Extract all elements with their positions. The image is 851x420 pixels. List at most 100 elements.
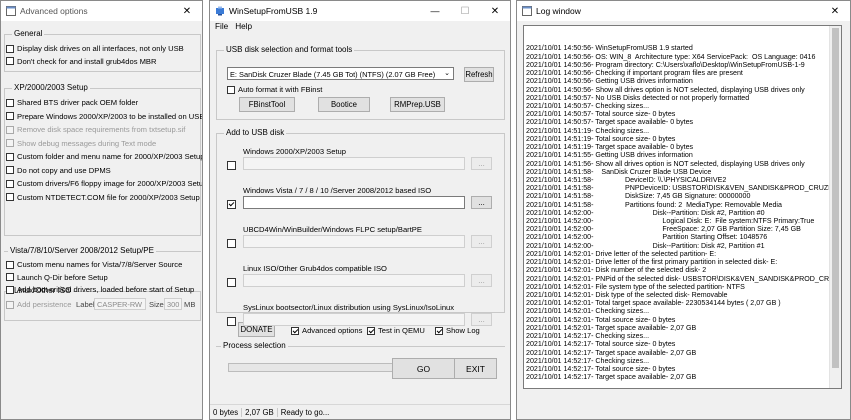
menu-help[interactable]: Help [233,21,256,34]
source-checkbox-3[interactable] [227,278,236,287]
rmprep-usb-button[interactable]: RMPrep.USB [390,97,445,112]
log-line: 2021/10/01 14:51:19- Target space availa… [526,143,694,152]
close-icon[interactable]: ✕ [820,1,850,21]
vista-option-2[interactable]: Add boot-critical drivers, loaded before… [6,285,194,294]
xp-option-2-label: Remove disk space requirements from txts… [17,125,186,134]
app-logo-icon [215,6,225,16]
maximize-icon[interactable]: ☐ [450,1,480,21]
log-line: 2021/10/01 14:52:01- Disk type of the se… [526,291,728,299]
source-checkbox-0[interactable] [227,161,236,170]
log-line: 2021/10/01 14:52:17- Total source size- … [526,364,676,373]
source-path-input-2[interactable] [243,235,465,248]
log-line: 2021/10/01 14:50:56- Getting USB drives … [526,77,693,86]
log-line: 2021/10/01 14:51:55- Getting USB drives … [526,151,693,160]
advanced-options-label: Advanced options [302,326,363,335]
log-line: 2021/10/01 14:51:19- Checking sizes... [526,126,650,135]
minimize-icon[interactable]: — [420,1,450,21]
test-in-qemu-checkbox[interactable]: Test in QEMU [367,326,425,335]
bootice-button[interactable]: Bootice [318,97,370,112]
log-line: 2021/10/01 14:51:58- SanDisk Cruzer Blad… [526,167,712,176]
general-option-1-label: Don't check for and install grub4dos MBR [17,56,157,66]
vista-option-1-label: Launch Q-Dir before Setup [17,272,108,282]
advanced-options-titlebar[interactable]: Advanced options ✕ [1,1,202,21]
browse-button-2[interactable]: ... [471,235,492,248]
vista-setup-group-label: Vista/7/8/10/Server 2008/2012 Setup/PE [8,246,156,255]
log-line: 2021/10/01 14:52:01- Target space availa… [526,323,697,332]
source-path-input-1[interactable] [243,196,465,209]
log-line: 2021/10/01 14:50:57- Target space availa… [526,118,694,127]
usb-disk-group-label: USB disk selection and format tools [224,45,355,54]
xp-option-2[interactable]: Remove disk space requirements from txts… [6,125,185,134]
source-path-input-4[interactable] [243,313,465,326]
disk-select[interactable]: E: SanDisk Cruzer Blade (7.45 GB Tot) (N… [227,67,454,80]
source-path-input-0[interactable] [243,157,465,170]
log-text-area[interactable]: 2021/10/01 14:50:56- WinSetupFromUSB 1.9… [523,25,842,389]
persistence-label-input[interactable]: CASPER-RW [94,298,146,310]
checkbox-box [6,179,14,188]
xp-option-5[interactable]: Do not copy and use DPMS [6,166,111,175]
general-option-0-label: Display disk drives on all interfaces, n… [17,44,184,53]
xp-option-5-label: Do not copy and use DPMS [17,165,111,175]
log-line: 2021/10/01 14:52:00- Logical Disk: E: Fi… [526,217,815,226]
source-checkbox-1[interactable] [227,200,236,209]
disk-select-value: E: SanDisk Cruzer Blade (7.45 GB Tot) (N… [230,69,436,79]
exit-button[interactable]: EXIT [454,358,497,379]
menu-file[interactable]: File [210,21,233,34]
checkbox-box [6,285,14,294]
xp-option-4[interactable]: Custom folder and menu name for 2000/XP/… [6,152,202,161]
add-persistence-checkbox[interactable]: Add persistence [6,300,71,309]
xp-setup-group-label: XP/2000/2003 Setup [12,83,90,92]
vista-option-1[interactable]: Launch Q-Dir before Setup [6,273,108,282]
general-option-1[interactable]: Don't check for and install grub4dos MBR [6,57,156,66]
source-checkbox-2[interactable] [227,239,236,248]
source-checkbox-4[interactable] [227,317,236,326]
checkbox-box [367,326,375,335]
xp-option-0[interactable]: Shared BTS driver pack OEM folder [6,98,138,107]
log-line: 2021/10/01 14:50:57- Total source size- … [526,110,676,119]
advanced-options-checkbox[interactable]: Advanced options [291,326,362,335]
auto-format-checkbox[interactable]: Auto format it with FBinst [227,85,322,94]
xp-option-1[interactable]: Prepare Windows 2000/XP/2003 to be insta… [6,112,202,121]
vista-option-0[interactable]: Custom menu names for Vista/7/8/Server S… [6,260,182,269]
log-line: 2021/10/01 14:52:01- Drive letter of the… [526,258,778,267]
show-log-checkbox[interactable]: Show Log [435,326,480,335]
browse-button-4[interactable]: ... [471,313,492,326]
log-line: 2021/10/01 14:52:01- Checking sizes... [526,307,650,316]
go-button[interactable]: GO [392,358,455,379]
log-scrollbar-thumb[interactable] [832,28,839,368]
log-line: 2021/10/01 14:52:01- File system type of… [526,282,745,291]
checkbox-box [6,300,14,309]
xp-option-3[interactable]: Show debug messages during Text mode [6,139,156,148]
log-line: 2021/10/01 14:52:01- Disk number of the … [526,266,707,275]
persistence-label-caption: Label [76,300,95,309]
log-scrollbar[interactable] [829,26,841,388]
test-in-qemu-label: Test in QEMU [378,326,425,335]
checkbox-box [435,326,443,335]
log-line: 2021/10/01 14:51:58- DiskSize: 7,45 GB S… [526,192,751,201]
xp-option-6[interactable]: Custom drivers/F6 floppy image for 2000/… [6,179,202,188]
source-label-2: UBCD4Win/WinBuilder/Windows FLPC setup/B… [243,225,422,234]
main-titlebar[interactable]: WinSetupFromUSB 1.9 — ☐ ✕ [210,1,510,21]
log-line: 2021/10/01 14:50:57- No USB Disks detect… [526,93,750,102]
browse-button-3[interactable]: ... [471,274,492,287]
persistence-size-unit: MB [184,300,196,309]
xp-setup-group: XP/2000/2003 Setup [4,83,201,236]
log-lines: 2021/10/01 14:50:56- WinSetupFromUSB 1.9… [526,44,841,381]
general-group: General [4,29,201,72]
log-titlebar[interactable]: Log window ✕ [517,1,850,21]
fbinst-tool-button[interactable]: FBinstTool [239,97,295,112]
browse-button-1[interactable]: ... [471,196,492,209]
close-icon[interactable]: ✕ [480,1,510,21]
close-icon[interactable]: ✕ [172,1,202,21]
persistence-size-value: 300 [167,300,180,309]
xp-option-7[interactable]: Custom NTDETECT.COM file for 2000/XP/200… [6,193,200,202]
browse-button-0[interactable]: ... [471,157,492,170]
general-option-0[interactable]: Display disk drives on all interfaces, n… [6,44,184,53]
source-path-input-3[interactable] [243,274,465,287]
checkbox-box [6,112,14,120]
auto-format-label: Auto format it with FBinst [238,85,323,94]
log-line: 2021/10/01 14:50:56- WinSetupFromUSB 1.9… [526,44,693,53]
refresh-button[interactable]: Refresh [464,67,494,82]
persistence-size-input[interactable]: 300 [164,298,182,310]
log-line: 2021/10/01 14:52:17- Target space availa… [526,348,697,357]
